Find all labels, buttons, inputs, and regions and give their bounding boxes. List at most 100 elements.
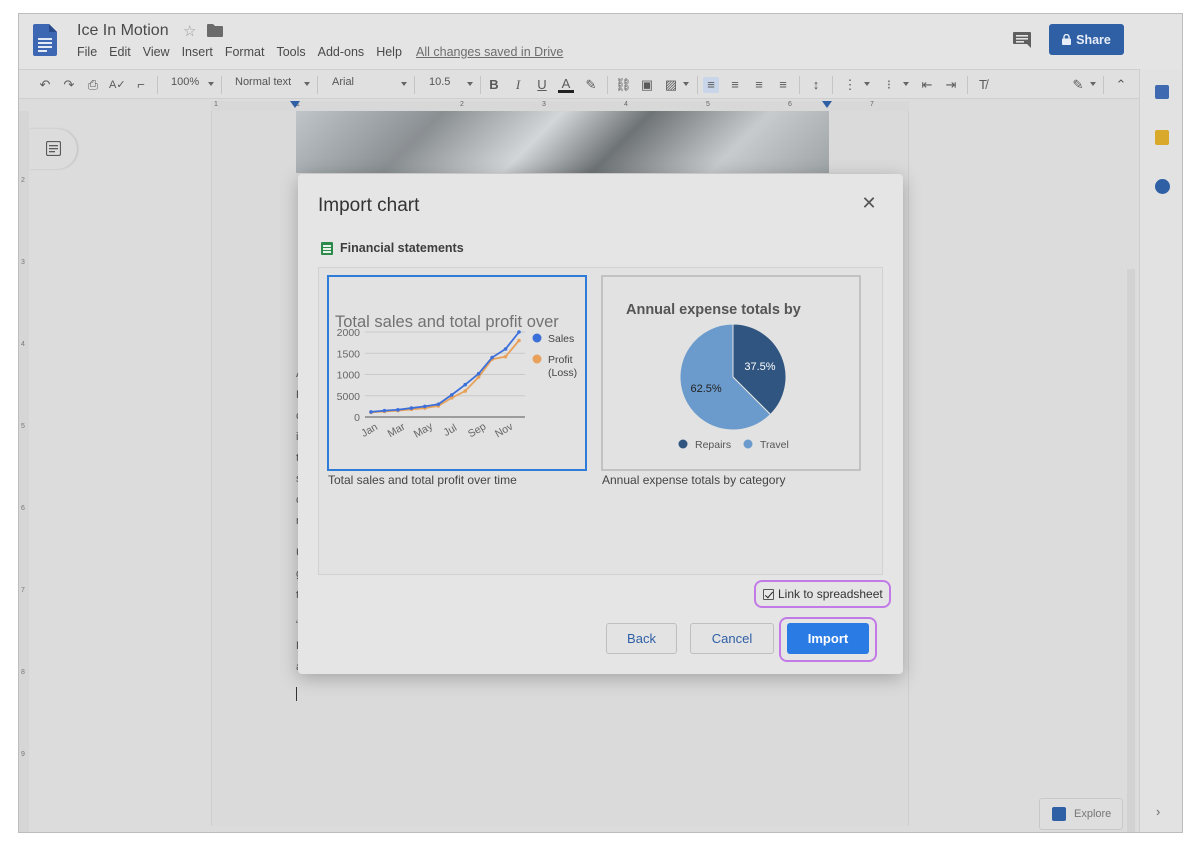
text-color-icon[interactable]: A xyxy=(558,77,574,93)
x-tick-label: Mar xyxy=(386,420,408,440)
link-icon[interactable]: ⛓ xyxy=(615,77,632,93)
keep-icon[interactable] xyxy=(1155,130,1169,145)
underline-icon[interactable]: U xyxy=(534,77,550,93)
back-button[interactable]: Back xyxy=(606,623,677,654)
bulleted-list-icon[interactable]: ⁝ xyxy=(881,77,897,93)
menu-insert[interactable]: Insert xyxy=(182,45,213,59)
calendar-icon[interactable] xyxy=(1155,85,1169,99)
outline-icon xyxy=(46,141,61,156)
folder-icon[interactable] xyxy=(207,24,223,37)
zoom-select[interactable]: 100% xyxy=(171,76,199,88)
line-chart-caption: Total sales and total profit over time xyxy=(328,473,517,487)
menu-tools[interactable]: Tools xyxy=(276,45,305,59)
link-to-spreadsheet-option[interactable]: Link to spreadsheet xyxy=(754,580,891,608)
explore-button[interactable]: Explore xyxy=(1039,798,1123,830)
toolbar-divider xyxy=(607,76,608,94)
ruler-number: 2 xyxy=(460,101,464,108)
justify-icon[interactable]: ≡ xyxy=(775,77,791,93)
paint-format-icon[interactable]: ⌐ xyxy=(133,77,149,93)
chart-option-pie[interactable]: Annual expense totals by 37.5% 62.5% Repa… xyxy=(601,275,861,471)
toolbar-divider xyxy=(480,76,481,94)
document-outline-button[interactable] xyxy=(29,129,77,169)
data-point xyxy=(396,407,400,412)
y-tick-label: 1000 xyxy=(337,370,361,382)
link-to-spreadsheet-checkbox[interactable] xyxy=(763,588,774,600)
ruler-number: 2 xyxy=(21,177,25,184)
insert-image-icon[interactable]: ▨ xyxy=(663,77,679,93)
link-to-spreadsheet-label: Link to spreadsheet xyxy=(778,587,883,601)
add-comment-icon[interactable]: ▣ xyxy=(639,77,655,93)
doc-title[interactable]: Ice In Motion xyxy=(77,22,169,40)
font-select[interactable]: Arial xyxy=(332,76,354,88)
italic-icon[interactable]: I xyxy=(510,77,526,93)
legend-label-travel: Travel xyxy=(760,439,789,451)
menu-help[interactable]: Help xyxy=(376,45,402,59)
align-left-icon[interactable]: ≡ xyxy=(703,77,719,93)
vertical-ruler[interactable]: 2 3 4 5 6 7 8 9 xyxy=(19,111,29,832)
slice-label: 62.5% xyxy=(690,383,721,395)
x-tick-label: Sep xyxy=(466,420,488,440)
cancel-button[interactable]: Cancel xyxy=(690,623,774,654)
bold-icon[interactable]: B xyxy=(486,77,502,93)
ruler-number: 4 xyxy=(624,101,628,108)
close-icon[interactable]: ✕ xyxy=(860,194,878,212)
left-indent-marker-icon[interactable] xyxy=(290,101,300,109)
save-status-link[interactable]: All changes saved in Drive xyxy=(416,45,563,59)
legend-label-repairs: Repairs xyxy=(695,439,731,451)
font-size-caret-icon xyxy=(467,82,473,86)
import-button[interactable]: Import xyxy=(787,623,869,654)
data-point xyxy=(436,402,441,407)
legend-marker-sales xyxy=(532,333,542,343)
toolbar-divider xyxy=(799,76,800,94)
font-size-select[interactable]: 10.5 xyxy=(429,76,450,88)
legend-label-profit-suffix: (Loss) xyxy=(548,367,577,379)
increase-indent-icon[interactable]: ⇥ xyxy=(943,77,959,93)
horizontal-ruler[interactable]: 1 1 2 3 4 5 6 7 xyxy=(211,101,909,111)
explore-icon xyxy=(1052,807,1066,821)
toolbar-divider xyxy=(1103,76,1104,94)
share-button[interactable]: Share xyxy=(1049,24,1124,55)
numbered-list-caret-icon xyxy=(864,82,870,86)
ruler-number: 8 xyxy=(21,669,25,676)
star-icon[interactable]: ☆ xyxy=(183,22,196,40)
undo-icon[interactable]: ↶ xyxy=(37,77,53,93)
align-right-icon[interactable]: ≡ xyxy=(751,77,767,93)
x-tick-label: May xyxy=(412,420,436,441)
print-icon[interactable]: ⎙ xyxy=(85,77,101,93)
comment-icon[interactable] xyxy=(1013,32,1031,48)
clear-formatting-icon[interactable]: T̸ xyxy=(975,77,991,93)
scrollbar[interactable] xyxy=(1127,269,1135,832)
legend-marker-profit xyxy=(532,354,542,364)
editing-mode-caret-icon xyxy=(1090,82,1096,86)
data-point xyxy=(409,406,414,410)
spellcheck-icon[interactable]: A✓ xyxy=(109,77,126,93)
data-point xyxy=(449,393,454,397)
redo-icon[interactable]: ↷ xyxy=(61,77,77,93)
toolbar: ↶ ↷ ⎙ A✓ ⌐ 100% Normal text Arial 10.5 B… xyxy=(19,69,1182,99)
menu-format[interactable]: Format xyxy=(225,45,265,59)
series-line xyxy=(370,339,520,414)
legend-marker-repairs xyxy=(678,439,688,449)
style-caret-icon xyxy=(304,82,310,86)
line-spacing-icon[interactable]: ↕ xyxy=(808,77,824,93)
align-center-icon[interactable]: ≡ xyxy=(727,77,743,93)
tasks-icon[interactable] xyxy=(1155,179,1170,194)
decrease-indent-icon[interactable]: ⇤ xyxy=(919,77,935,93)
menu-file[interactable]: File xyxy=(77,45,97,59)
numbered-list-icon[interactable]: ⋮ xyxy=(842,77,858,93)
menu-add-ons[interactable]: Add-ons xyxy=(318,45,365,59)
menu-view[interactable]: View xyxy=(143,45,170,59)
toolbar-divider xyxy=(221,76,222,94)
editing-mode-icon[interactable]: ✎ xyxy=(1070,77,1086,93)
chart-option-line[interactable]: Total sales and total profit over 2000 15… xyxy=(327,275,587,471)
docs-logo-icon[interactable] xyxy=(33,24,57,56)
explore-label: Explore xyxy=(1074,808,1112,820)
chevron-right-icon[interactable]: › xyxy=(1156,804,1160,819)
collapse-menus-icon[interactable]: ⌃ xyxy=(1113,77,1129,93)
style-select[interactable]: Normal text xyxy=(235,76,291,88)
menu-edit[interactable]: Edit xyxy=(109,45,131,59)
toolbar-divider xyxy=(317,76,318,94)
right-indent-marker-icon[interactable] xyxy=(822,101,832,109)
highlight-icon[interactable]: ✎ xyxy=(583,77,599,93)
glacier-image[interactable] xyxy=(296,111,829,173)
